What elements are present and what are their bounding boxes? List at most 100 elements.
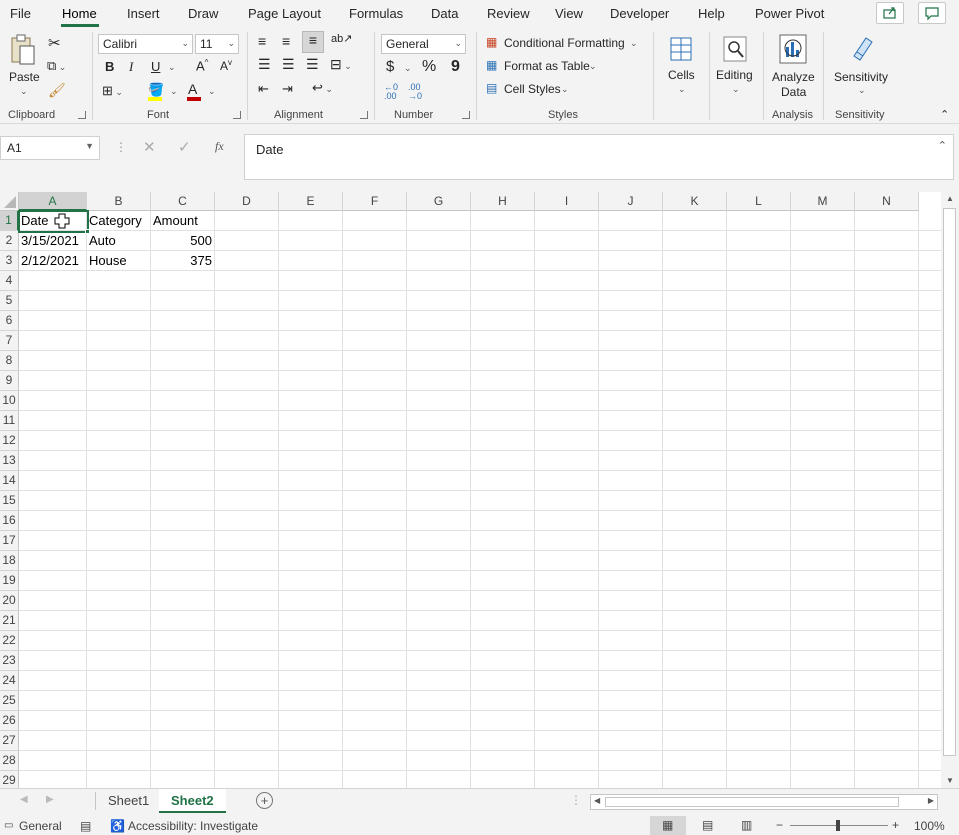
column-header-A[interactable]: A xyxy=(19,192,87,211)
percent-button[interactable]: % xyxy=(422,58,436,76)
horizontal-scroll-thumb[interactable] xyxy=(605,797,899,807)
normal-view-button[interactable]: ▦ xyxy=(650,816,686,835)
tab-developer[interactable]: Developer xyxy=(610,6,669,21)
decrease-decimal-icon[interactable]: .00 →0 xyxy=(408,83,422,101)
expand-formula-icon[interactable]: ⌃ xyxy=(938,139,947,152)
row-header-5[interactable]: 5 xyxy=(0,291,19,311)
column-header-B[interactable]: B xyxy=(87,192,151,211)
row-header-26[interactable]: 26 xyxy=(0,711,19,731)
font-launcher-icon[interactable] xyxy=(233,111,241,119)
cell-B1[interactable]: Category xyxy=(87,211,151,231)
row-header-23[interactable]: 23 xyxy=(0,651,19,671)
cells-button[interactable]: Cells xyxy=(668,68,695,82)
italic-button[interactable]: I xyxy=(129,59,133,75)
row-header-9[interactable]: 9 xyxy=(0,371,19,391)
column-header-G[interactable]: G xyxy=(407,192,471,211)
column-header-N[interactable]: N xyxy=(855,192,919,211)
zoom-out-icon[interactable]: − xyxy=(776,818,783,832)
row-header-29[interactable]: 29 xyxy=(0,771,19,788)
accessibility-status[interactable]: Accessibility: Investigate xyxy=(128,819,258,833)
zoom-level[interactable]: 100% xyxy=(914,819,945,833)
row-header-1[interactable]: 1 xyxy=(0,211,19,231)
row-header-24[interactable]: 24 xyxy=(0,671,19,691)
cell-styles-button[interactable]: Cell Styles xyxy=(504,82,561,96)
orientation-icon[interactable]: ab↗ xyxy=(331,32,352,45)
row-header-11[interactable]: 11 xyxy=(0,411,19,431)
row-header-22[interactable]: 22 xyxy=(0,631,19,651)
align-right-icon[interactable]: ☰ xyxy=(306,56,319,73)
scroll-down-icon[interactable]: ▼ xyxy=(946,776,954,785)
currency-button[interactable]: $ xyxy=(386,58,394,75)
spreadsheet-grid[interactable]: ABCDEFGHIJKLMN 1 2 3 4 5 6 7 8 9 10 11 12 13 14 15 16 17… xyxy=(0,192,941,788)
bold-button[interactable]: B xyxy=(105,59,114,74)
tab-help[interactable]: Help xyxy=(698,6,725,21)
align-bottom-icon[interactable]: ≡ xyxy=(302,31,324,53)
cut-icon[interactable]: ✂ xyxy=(48,34,61,52)
number-format-select[interactable]: General ⌄ xyxy=(381,34,466,54)
row-header-10[interactable]: 10 xyxy=(0,391,19,411)
paste-icon[interactable] xyxy=(8,34,38,70)
row-header-7[interactable]: 7 xyxy=(0,331,19,351)
row-header-4[interactable]: 4 xyxy=(0,271,19,291)
font-size-select[interactable]: 11 ⌄ xyxy=(195,34,239,54)
tab-insert[interactable]: Insert xyxy=(127,6,160,21)
tab-review[interactable]: Review xyxy=(487,6,530,21)
add-sheet-icon[interactable]: + xyxy=(256,792,273,809)
formula-input[interactable]: Date ⌃ xyxy=(244,134,954,180)
row-header-18[interactable]: 18 xyxy=(0,551,19,571)
row-header-27[interactable]: 27 xyxy=(0,731,19,751)
comments-button[interactable] xyxy=(918,2,946,24)
analyze-data-button[interactable]: Analyze xyxy=(772,70,815,84)
column-header-I[interactable]: I xyxy=(535,192,599,211)
conditional-formatting-button[interactable]: Conditional Formatting xyxy=(504,36,625,50)
row-header-6[interactable]: 6 xyxy=(0,311,19,331)
share-button[interactable] xyxy=(876,2,904,24)
tab-data[interactable]: Data xyxy=(431,6,458,21)
column-header-L[interactable]: L xyxy=(727,192,791,211)
font-color-dropdown[interactable]: ⌄ xyxy=(208,86,216,97)
zoom-in-icon[interactable]: + xyxy=(892,818,899,832)
editing-button[interactable]: Editing xyxy=(716,68,753,82)
editing-icon[interactable] xyxy=(722,34,748,64)
page-layout-view-icon[interactable]: ▤ xyxy=(702,818,713,832)
align-top-icon[interactable]: ≡ xyxy=(258,33,266,49)
comma-style-button[interactable]: 9 xyxy=(451,58,460,76)
column-header-F[interactable]: F xyxy=(343,192,407,211)
analyze-data-button-line2[interactable]: Data xyxy=(781,85,806,99)
format-as-table-button[interactable]: Format as Table xyxy=(504,59,590,73)
number-launcher-icon[interactable] xyxy=(462,111,470,119)
decrease-indent-icon[interactable]: ⇤ xyxy=(258,81,269,97)
decrease-font-size-icon[interactable]: Av xyxy=(220,58,232,73)
analyze-data-icon[interactable] xyxy=(778,32,808,66)
cell-A1[interactable]: Date xyxy=(19,211,87,231)
column-header-K[interactable]: K xyxy=(663,192,727,211)
tab-file[interactable]: File xyxy=(10,6,31,21)
row-header-14[interactable]: 14 xyxy=(0,471,19,491)
vertical-scroll-thumb[interactable] xyxy=(943,208,956,756)
previous-sheet-icon[interactable]: ◀ xyxy=(20,794,28,805)
row-header-8[interactable]: 8 xyxy=(0,351,19,371)
select-all-corner[interactable] xyxy=(0,192,19,211)
cell-B2[interactable]: Auto xyxy=(87,231,151,251)
column-header-M[interactable]: M xyxy=(791,192,855,211)
row-header-28[interactable]: 28 xyxy=(0,751,19,771)
cancel-icon[interactable]: ✕ xyxy=(143,138,156,156)
sensitivity-button[interactable]: Sensitivity xyxy=(834,70,888,84)
paste-button[interactable]: Paste xyxy=(9,70,40,84)
scroll-right-icon[interactable]: ▶ xyxy=(928,796,934,805)
row-header-3[interactable]: 3 xyxy=(0,251,19,271)
scroll-up-icon[interactable]: ▲ xyxy=(946,194,954,203)
tab-formulas[interactable]: Formulas xyxy=(349,6,403,21)
cell-C3[interactable]: 375 xyxy=(151,251,215,271)
borders-icon[interactable]: ⊞ ⌄ xyxy=(102,83,123,99)
font-name-select[interactable]: Calibri ⌄ xyxy=(98,34,193,54)
cell-C1[interactable]: Amount xyxy=(151,211,215,231)
cell-A2[interactable]: 3/15/2021 xyxy=(19,231,87,251)
enter-icon[interactable]: ✓ xyxy=(178,138,191,156)
format-painter-icon[interactable]: 🖌 xyxy=(48,82,66,99)
row-header-15[interactable]: 15 xyxy=(0,491,19,511)
row-header-2[interactable]: 2 xyxy=(0,231,19,251)
column-header-J[interactable]: J xyxy=(599,192,663,211)
paste-dropdown[interactable]: ⌄ xyxy=(20,86,28,97)
underline-button[interactable]: U xyxy=(151,59,160,74)
